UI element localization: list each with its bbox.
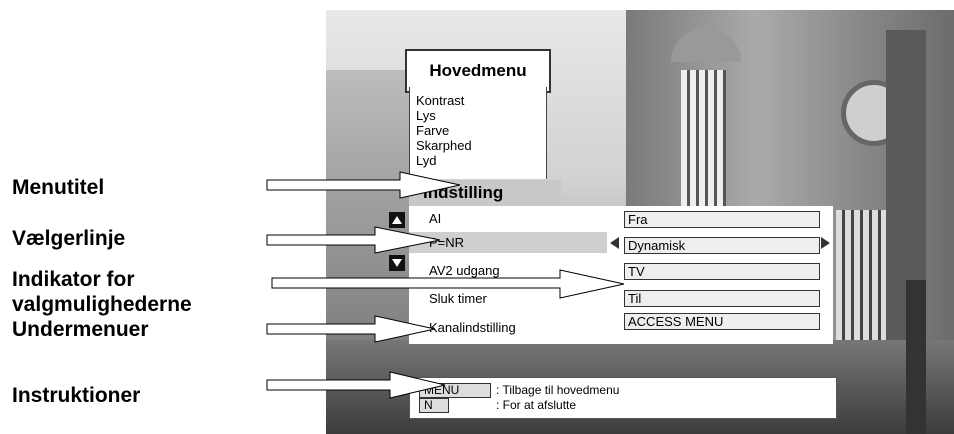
arrow-indikator (271, 269, 625, 299)
arrow-undermenuer (266, 315, 436, 343)
arrow-menutitel (266, 171, 461, 199)
arrow-vaelgerlinje (266, 226, 441, 254)
callout-arrows (266, 171, 625, 399)
arrow-instruktioner (266, 371, 446, 399)
